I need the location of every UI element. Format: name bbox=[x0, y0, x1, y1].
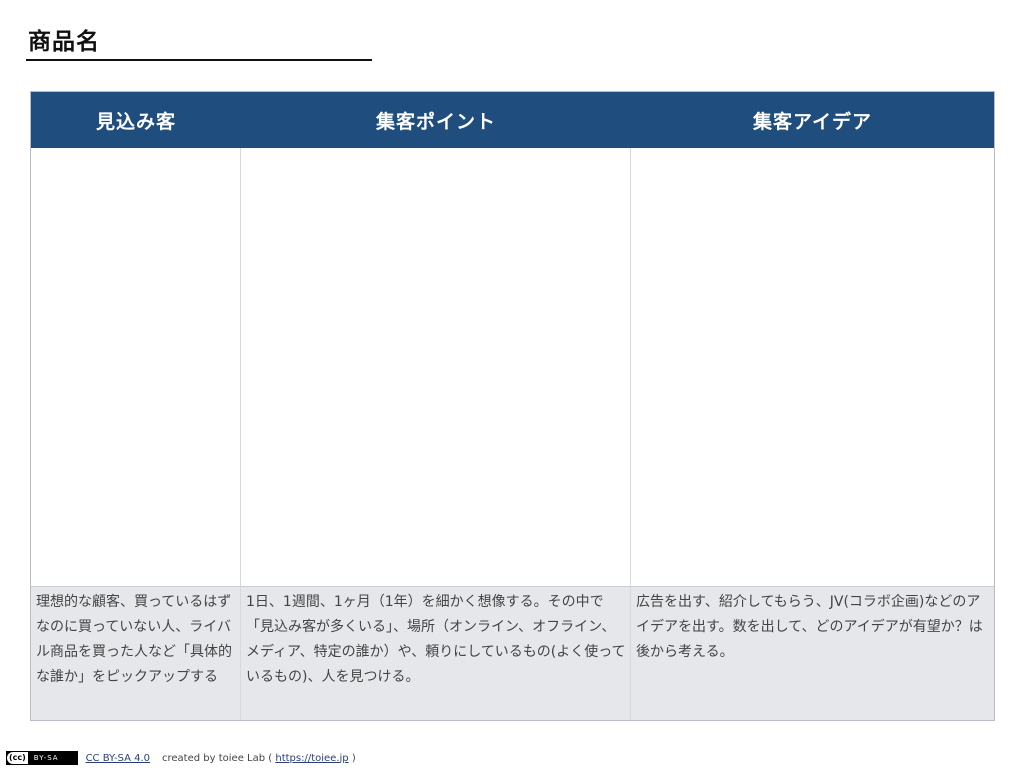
title-underline bbox=[26, 59, 372, 61]
credit-prefix: created by toiee Lab ( bbox=[162, 752, 273, 764]
credit-suffix: ) bbox=[351, 752, 356, 764]
header-attraction-ideas: 集客アイデア bbox=[631, 92, 994, 148]
header-attraction-points: 集客ポイント bbox=[241, 92, 631, 148]
page-title: 商品名 bbox=[28, 29, 100, 55]
input-area-attraction-ideas[interactable] bbox=[631, 148, 994, 586]
hint-attraction-ideas: 広告を出す、紹介してもらう、JV(コラボ企画)などのアイデアを出す。数を出して、… bbox=[631, 586, 994, 720]
credit-link[interactable]: https://toiee.jp bbox=[275, 753, 348, 764]
header-prospects: 見込み客 bbox=[31, 92, 241, 148]
canvas-table: 見込み客 集客ポイント 集客アイデア 理想的な顧客、買っているはずなのに買ってい… bbox=[30, 91, 995, 721]
cc-logo: (cc) bbox=[7, 752, 28, 764]
cc-license-badge-icon[interactable]: (cc) BY-SA bbox=[6, 751, 78, 765]
input-area-attraction-points[interactable] bbox=[241, 148, 631, 586]
hint-attraction-points: 1日、1週間、1ヶ月（1年）を細かく想像する。その中で「見込み客が多くいる」、場… bbox=[241, 586, 631, 720]
hint-prospects: 理想的な顧客、買っているはずなのに買っていない人、ライバル商品を買った人など「具… bbox=[31, 586, 241, 720]
cc-badge-text: BY-SA bbox=[33, 754, 59, 762]
license-link[interactable]: CC BY-SA 4.0 bbox=[86, 753, 150, 764]
input-area-prospects[interactable] bbox=[31, 148, 241, 586]
footer: (cc) BY-SA CC BY-SA 4.0 created by toiee… bbox=[6, 751, 356, 765]
